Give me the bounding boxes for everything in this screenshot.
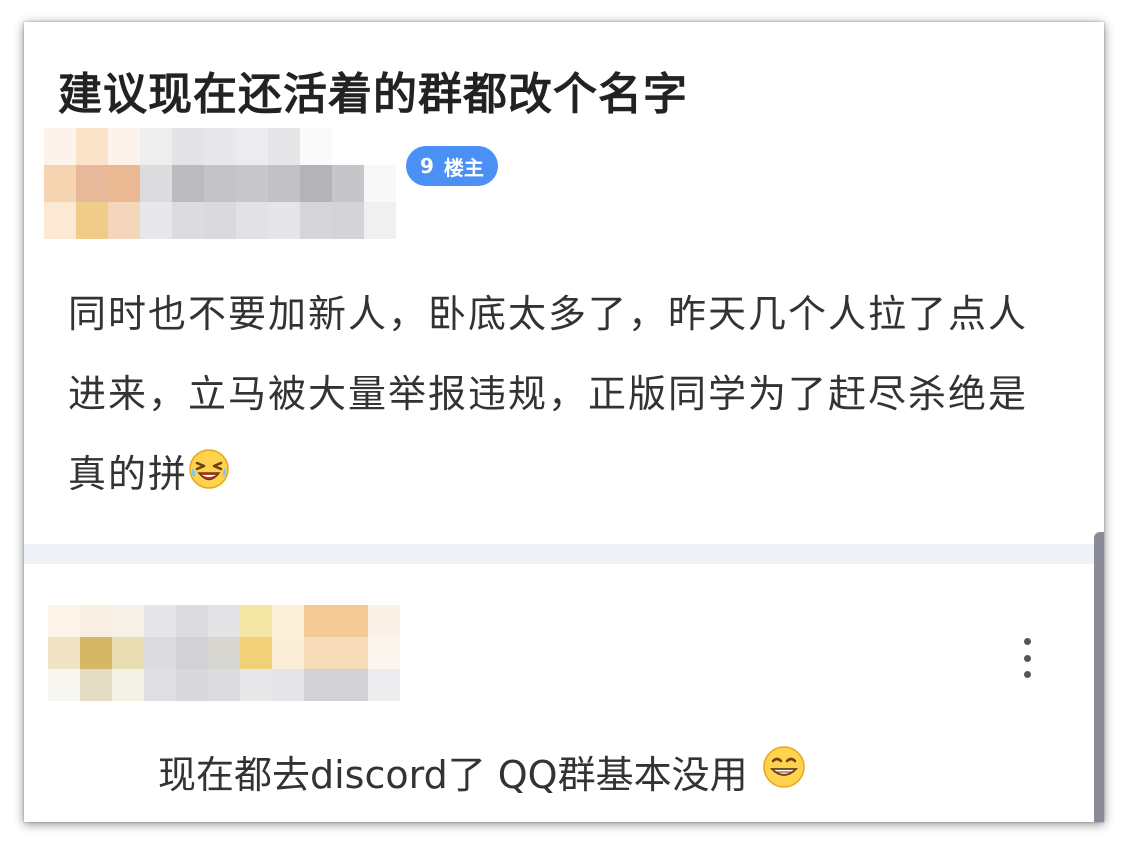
blur-pixel — [208, 637, 240, 669]
blur-pixel — [400, 669, 432, 701]
blur-pixel — [304, 637, 336, 669]
post-title: 建议现在还活着的群都改个名字 — [58, 69, 688, 120]
blur-pixel — [400, 637, 432, 669]
blur-pixel — [76, 202, 108, 239]
blur-pixel — [44, 165, 76, 202]
floor-number: 9 — [420, 154, 434, 178]
blur-pixel — [272, 669, 304, 701]
blur-pixel — [304, 605, 336, 637]
section-divider — [24, 544, 1104, 564]
grinning-emoji — [762, 745, 806, 798]
blur-pixel — [48, 637, 80, 669]
blur-pixel — [144, 669, 176, 701]
op-username-blurred[interactable] — [44, 128, 396, 239]
blur-pixel — [176, 637, 208, 669]
blur-pixel — [108, 128, 140, 165]
blur-pixel — [240, 669, 272, 701]
op-badge: 9 楼主 — [406, 146, 498, 186]
blur-pixel — [144, 637, 176, 669]
blur-pixel — [268, 128, 300, 165]
blur-pixel — [80, 637, 112, 669]
blur-pixel — [140, 165, 172, 202]
blur-pixel — [208, 669, 240, 701]
blur-pixel — [364, 128, 396, 165]
blur-pixel — [140, 128, 172, 165]
blur-pixel — [236, 202, 268, 239]
blur-pixel — [112, 637, 144, 669]
blur-pixel — [80, 669, 112, 701]
blur-pixel — [48, 669, 80, 701]
blur-pixel — [336, 637, 368, 669]
blur-pixel — [236, 128, 268, 165]
blur-pixel — [368, 605, 400, 637]
blur-pixel — [204, 128, 236, 165]
blur-pixel — [368, 669, 400, 701]
post-body: 同时也不要加新人，卧底太多了，昨天几个人拉了点人进来，立马被大量举报违规，正版同… — [68, 274, 1058, 517]
blur-pixel — [44, 128, 76, 165]
reply-text: 现在都去discord了 QQ群基本没用 — [158, 753, 748, 797]
reply-content: 现在都去discord了 QQ群基本没用 — [158, 744, 806, 799]
blur-pixel — [304, 669, 336, 701]
blur-pixel — [44, 202, 76, 239]
blur-pixel — [144, 605, 176, 637]
blur-pixel — [268, 202, 300, 239]
blur-pixel — [80, 605, 112, 637]
blur-pixel — [272, 637, 304, 669]
blur-pixel — [108, 202, 140, 239]
more-vertical-icon[interactable] — [1014, 638, 1040, 678]
blur-pixel — [48, 605, 80, 637]
blur-pixel — [176, 669, 208, 701]
blur-pixel — [208, 605, 240, 637]
blur-pixel — [172, 165, 204, 202]
blur-pixel — [332, 165, 364, 202]
blur-pixel — [176, 605, 208, 637]
reply-username-blurred[interactable] — [48, 605, 432, 701]
blur-pixel — [204, 165, 236, 202]
blur-pixel — [76, 165, 108, 202]
blur-pixel — [332, 128, 364, 165]
blur-pixel — [108, 165, 140, 202]
blur-pixel — [268, 165, 300, 202]
blur-pixel — [172, 202, 204, 239]
blur-pixel — [364, 165, 396, 202]
blur-pixel — [364, 202, 396, 239]
blur-pixel — [336, 669, 368, 701]
post-card: 建议现在还活着的群都改个名字 9 楼主 同时也不要加新人，卧底太多了，昨天几个人… — [24, 22, 1104, 822]
blur-pixel — [240, 637, 272, 669]
blur-pixel — [300, 128, 332, 165]
laughing-tears-emoji — [188, 437, 230, 517]
blur-pixel — [300, 202, 332, 239]
blur-pixel — [400, 605, 432, 637]
blur-pixel — [240, 605, 272, 637]
blur-pixel — [332, 202, 364, 239]
blur-pixel — [112, 669, 144, 701]
blur-pixel — [112, 605, 144, 637]
blur-pixel — [300, 165, 332, 202]
blur-pixel — [236, 165, 268, 202]
blur-pixel — [336, 605, 368, 637]
blur-pixel — [76, 128, 108, 165]
op-label: 楼主 — [443, 155, 484, 180]
blur-pixel — [272, 605, 304, 637]
blur-pixel — [204, 202, 236, 239]
blur-pixel — [140, 202, 172, 239]
blur-pixel — [368, 637, 400, 669]
scrollbar[interactable] — [1094, 532, 1104, 822]
blur-pixel — [172, 128, 204, 165]
